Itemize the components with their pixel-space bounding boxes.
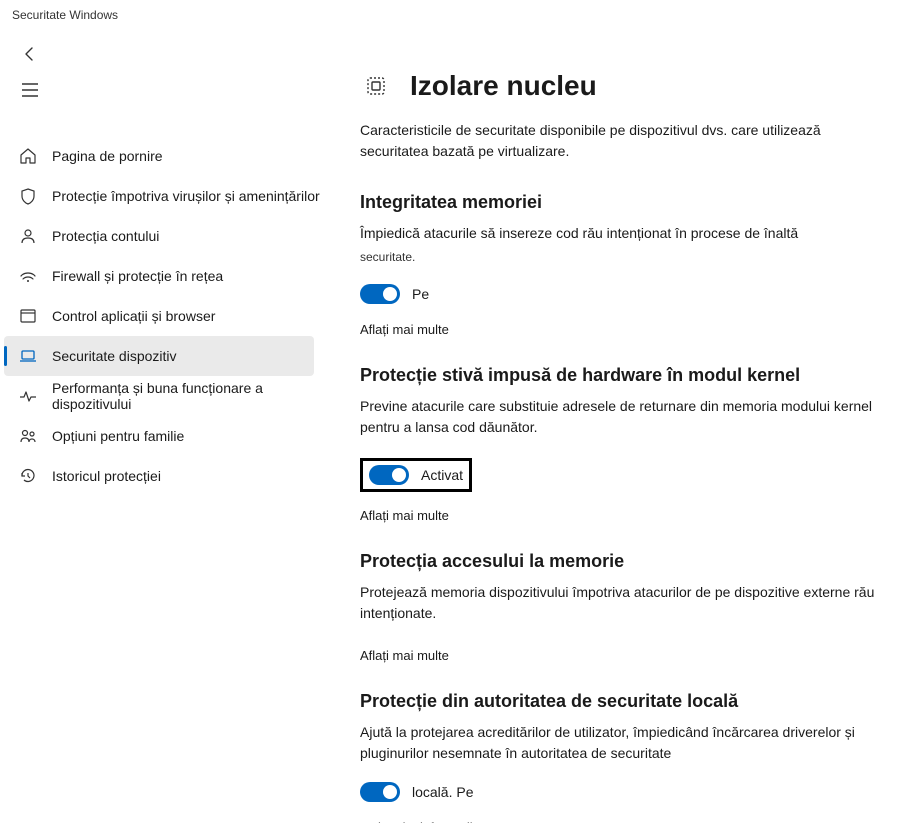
chip-icon: [360, 70, 392, 102]
page-description: Caracteristicile de securitate disponibi…: [360, 120, 880, 162]
sidebar-item-family[interactable]: Opțiuni pentru familie: [0, 416, 330, 456]
section-title: Protecție stivă impusă de hardware în mo…: [360, 365, 880, 386]
window-title: Securitate Windows: [0, 0, 904, 30]
sidebar-item-label: Performanța și buna funcționare a dispoz…: [52, 380, 330, 412]
section-description: Împiedică atacurile să insereze cod rău …: [360, 223, 880, 244]
learn-more-link[interactable]: Aflați mai multe: [360, 648, 449, 663]
sidebar: Pagina de pornire Protecție împotriva vi…: [0, 30, 330, 823]
toggle-label: Pe: [412, 286, 429, 302]
back-arrow-icon: [22, 46, 38, 62]
back-button[interactable]: [10, 36, 50, 72]
lsa-toggle[interactable]: [360, 782, 400, 802]
sidebar-item-label: Firewall și protecție în rețea: [52, 268, 223, 284]
sidebar-item-label: Istoricul protecției: [52, 468, 161, 484]
sidebar-item-appbrowser[interactable]: Control aplicații și browser: [0, 296, 330, 336]
section-title: Integritatea memoriei: [360, 192, 880, 213]
section-description-cont: securitate.: [360, 250, 880, 264]
page-title: Izolare nucleu: [410, 70, 597, 102]
sidebar-item-virus[interactable]: Protecție împotriva virușilor și ameninț…: [0, 176, 330, 216]
people-icon: [18, 426, 38, 446]
network-icon: [18, 266, 38, 286]
heart-rate-icon: [18, 386, 38, 406]
learn-more-link[interactable]: Aflați mai multe: [360, 322, 449, 337]
section-description: Previne atacurile care substituie adrese…: [360, 396, 880, 438]
kernel-stack-toggle[interactable]: [369, 465, 409, 485]
toggle-label: Activat: [421, 467, 463, 483]
section-description: Ajută la protejarea acreditărilor de uti…: [360, 722, 880, 764]
section-title: Protecția accesului la memorie: [360, 551, 880, 572]
sidebar-item-label: Opțiuni pentru familie: [52, 428, 184, 444]
section-lsa: Protecție din autoritatea de securitate …: [360, 691, 880, 823]
hamburger-icon: [22, 83, 38, 97]
laptop-icon: [18, 346, 38, 366]
hamburger-button[interactable]: [10, 72, 50, 108]
sidebar-item-label: Protecția contului: [52, 228, 159, 244]
sidebar-item-label: Control aplicații și browser: [52, 308, 215, 324]
sidebar-item-firewall[interactable]: Firewall și protecție în rețea: [0, 256, 330, 296]
sidebar-item-performance[interactable]: Performanța și buna funcționare a dispoz…: [0, 376, 330, 416]
sidebar-item-label: Pagina de pornire: [52, 148, 163, 164]
highlighted-toggle-box: Activat: [360, 458, 472, 492]
section-kernel-stack: Protecție stivă impusă de hardware în mo…: [360, 365, 880, 523]
sidebar-item-history[interactable]: Istoricul protecției: [0, 456, 330, 496]
shield-icon: [18, 186, 38, 206]
person-icon: [18, 226, 38, 246]
memory-integrity-toggle[interactable]: [360, 284, 400, 304]
main-content: Izolare nucleu Caracteristicile de secur…: [330, 30, 904, 823]
learn-more-link[interactable]: Aflați mai multe: [360, 508, 449, 523]
sidebar-item-device[interactable]: Securitate dispozitiv: [4, 336, 314, 376]
toggle-label: locală. Pe: [412, 784, 473, 800]
section-memory-access: Protecția accesului la memorie Protejeaz…: [360, 551, 880, 663]
home-icon: [18, 146, 38, 166]
sidebar-item-home[interactable]: Pagina de pornire: [0, 136, 330, 176]
window-icon: [18, 306, 38, 326]
history-icon: [18, 466, 38, 486]
sidebar-item-account[interactable]: Protecția contului: [0, 216, 330, 256]
section-title: Protecție din autoritatea de securitate …: [360, 691, 880, 712]
sidebar-item-label: Protecție împotriva virușilor și ameninț…: [52, 188, 320, 204]
section-description: Protejează memoria dispozitivului împotr…: [360, 582, 880, 624]
sidebar-item-label: Securitate dispozitiv: [52, 348, 177, 364]
section-memory-integrity: Integritatea memoriei Împiedică atacuril…: [360, 192, 880, 337]
